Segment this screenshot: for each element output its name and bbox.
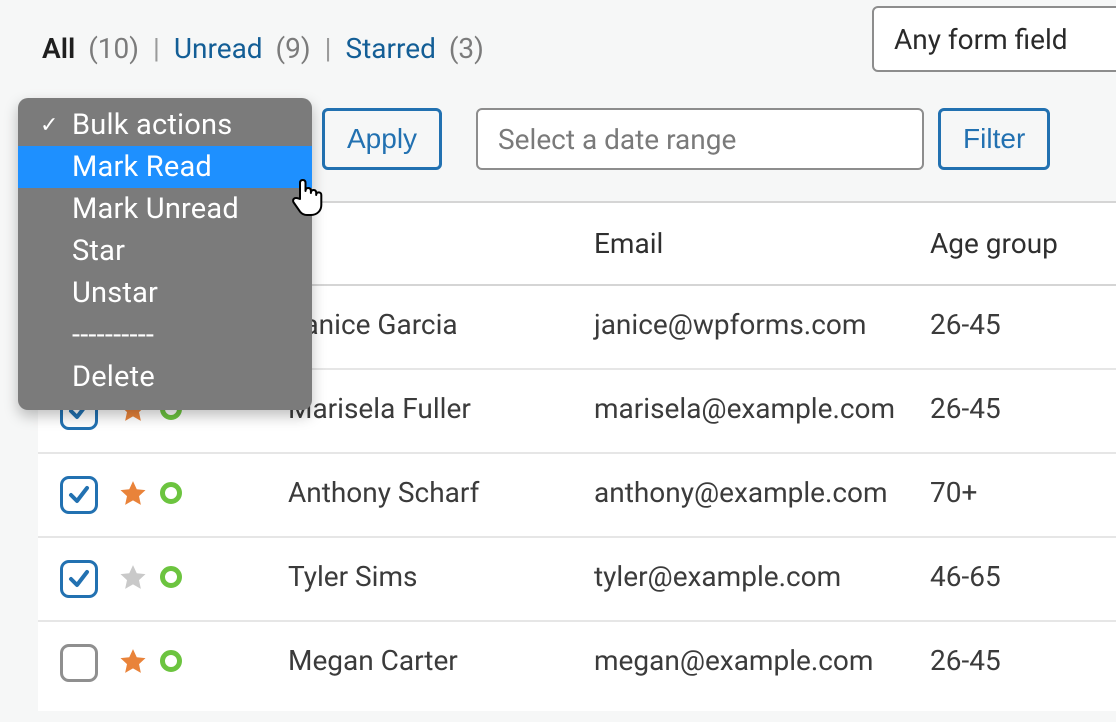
unread-indicator-icon[interactable] [160,566,182,588]
form-field-select-label: Any form field [894,23,1068,56]
row-checkbox[interactable] [60,476,98,514]
unread-indicator-icon[interactable] [160,650,182,672]
row-age: 26-45 [930,392,1001,425]
bulk-action-item[interactable]: Mark Unread [18,188,312,230]
row-age: 26-45 [930,308,1001,341]
date-range-input[interactable]: Select a date range [476,108,924,170]
table-row: Megan Carter megan@example.com 26-45 [38,621,1116,711]
row-name[interactable]: Janice Garcia [288,308,458,341]
row-checkbox[interactable] [60,644,98,682]
filter-tab-count: 10 [88,32,139,65]
filter-button-label: Filter [963,123,1025,155]
row-email[interactable]: anthony@example.com [594,476,888,509]
apply-button[interactable]: Apply [322,108,442,170]
row-name[interactable]: Marisela Fuller [288,392,471,425]
column-header-age[interactable]: Age group [930,202,1116,285]
row-status-icons [118,644,218,676]
row-email[interactable]: megan@example.com [594,644,873,677]
apply-button-label: Apply [347,123,417,155]
filter-button[interactable]: Filter [938,108,1050,170]
bulk-actions-dropdown: Bulk actions Mark Read Mark Unread Star Unst… [18,98,312,410]
filter-tab-label: All [42,32,75,65]
bulk-action-item[interactable]: Unstar [18,272,312,314]
bulk-action-item[interactable]: Bulk actions [18,104,312,146]
row-status-icons [118,560,218,592]
filter-tab-all[interactable]: All 10 [38,32,143,65]
star-icon[interactable] [118,646,148,676]
bulk-action-item-label: Unstar [72,276,158,310]
bulk-action-item[interactable]: Star [18,230,312,272]
bulk-action-item-label: Star [72,234,125,268]
row-email[interactable]: janice@wpforms.com [594,308,866,341]
filter-tab-unread[interactable]: Unread 9 [170,32,315,65]
bulk-action-item[interactable]: ---------- [18,314,312,356]
date-range-placeholder: Select a date range [498,123,736,156]
filter-tab-label: Unread [174,32,263,65]
bulk-action-item[interactable]: Delete [18,356,312,398]
filter-tab-count: 9 [276,32,311,65]
bulk-action-item-label: Delete [72,360,155,394]
filter-tab-starred[interactable]: Starred 3 [341,32,487,65]
row-status-icons [118,476,218,508]
row-age: 46-65 [930,560,1001,593]
filter-tab-count: 3 [449,32,484,65]
filter-tab-label: Starred [345,32,435,65]
row-name[interactable]: Tyler Sims [288,560,418,593]
bulk-action-item[interactable]: Mark Read [18,146,312,188]
form-field-select[interactable]: Any form field [872,6,1116,72]
table-row: Tyler Sims tyler@example.com 46-65 [38,537,1116,621]
row-email[interactable]: tyler@example.com [594,560,841,593]
separator: | [325,32,332,65]
toolbar: Bulk actionsMark ReadMark UnreadStarUnst… [38,89,1116,189]
unread-indicator-icon[interactable] [160,482,182,504]
row-age: 70+ [930,476,977,509]
bulk-action-item-label: Bulk actions [72,108,232,142]
row-name[interactable]: Anthony Scharf [288,476,479,509]
column-header-email[interactable]: Email [594,202,930,285]
table-row: Anthony Scharf anthony@example.com 70+ [38,453,1116,537]
star-icon[interactable] [118,478,148,508]
bulk-action-item-label: Mark Read [72,150,212,184]
bulk-action-item-label: ---------- [72,318,154,352]
row-age: 26-45 [930,644,1001,677]
row-email[interactable]: marisela@example.com [594,392,895,425]
separator: | [153,32,160,65]
row-name[interactable]: Megan Carter [288,644,458,677]
bulk-action-item-label: Mark Unread [72,192,239,226]
star-icon[interactable] [118,562,148,592]
row-checkbox[interactable] [60,560,98,598]
